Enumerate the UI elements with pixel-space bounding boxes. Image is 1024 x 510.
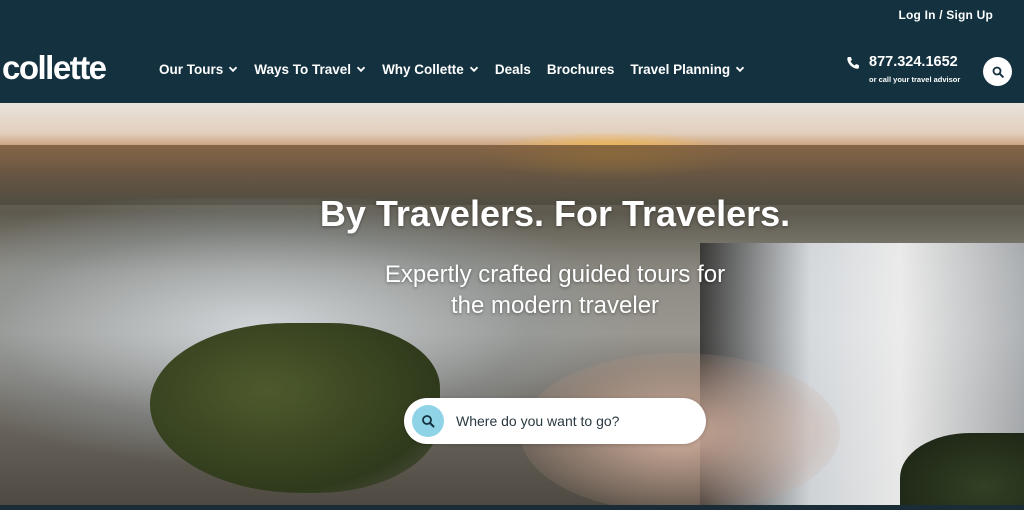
site-header: Log In / Sign Up collette Our Tours Ways…: [0, 0, 1024, 103]
phone-icon: [847, 57, 859, 69]
search-placeholder: Where do you want to go?: [456, 413, 620, 429]
phone-note: or call your travel advisor: [869, 75, 961, 84]
nav-item-label: Why Collette: [382, 61, 464, 77]
nav-item-brochures[interactable]: Brochures: [547, 62, 615, 77]
chevron-down-icon: [469, 66, 478, 73]
bottom-strip: [0, 505, 1024, 510]
nav-item-our-tours[interactable]: Our Tours: [159, 62, 238, 77]
hero-subtitle: Expertly crafted guided tours for the mo…: [384, 261, 726, 319]
logo-text: collette: [2, 49, 107, 86]
phone-number[interactable]: 877.324.1652: [869, 54, 958, 70]
hero-banner: By Travelers. For Travelers. Expertly cr…: [0, 103, 1024, 505]
collette-logo[interactable]: collette: [2, 48, 107, 88]
nav-item-why-collette[interactable]: Why Collette: [382, 62, 479, 77]
chevron-down-icon: [736, 66, 745, 73]
destination-search-input[interactable]: Where do you want to go?: [404, 398, 706, 444]
chevron-down-icon: [356, 66, 366, 73]
search-icon[interactable]: [412, 405, 444, 437]
nav-item-label: Our Tours: [159, 61, 224, 77]
nav-item-label: Ways To Travel: [254, 61, 352, 77]
nav-item-travel-planning[interactable]: Travel Planning: [630, 62, 745, 77]
nav-item-label: Brochures: [546, 61, 615, 77]
nav-item-label: Deals: [494, 61, 531, 77]
hero-title: By Travelers. For Travelers.: [319, 193, 791, 234]
nav-item-label: Travel Planning: [630, 61, 731, 77]
main-nav: Our Tours Ways To Travel Why Collette De…: [159, 59, 761, 79]
nav-item-ways-to-travel[interactable]: Ways To Travel: [254, 62, 366, 77]
nav-item-deals[interactable]: Deals: [495, 62, 531, 77]
header-search-button[interactable]: [983, 57, 1012, 86]
search-icon: [992, 66, 1004, 78]
chevron-down-icon: [229, 66, 238, 73]
login-signup-link[interactable]: Log In / Sign Up: [898, 8, 993, 22]
